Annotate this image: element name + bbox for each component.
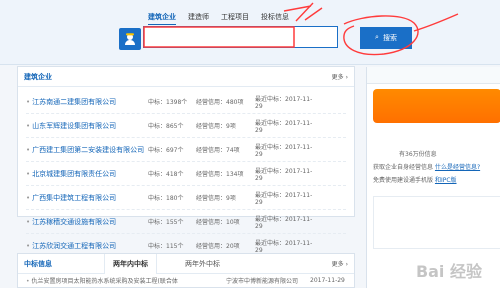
latest-bid-date: 最近中标：2017-11-29: [255, 239, 313, 254]
company-name[interactable]: • 广西集中建筑工程有限公司: [26, 193, 148, 203]
business-info-prefix: 获取企业自身经营信息: [373, 164, 434, 171]
bid-panel-title: 中标信息: [24, 259, 52, 268]
bid-date: 2017-11-29: [310, 276, 345, 284]
search-button-label: 搜索: [382, 35, 397, 42]
tab-within-two-years[interactable]: 两年内中标: [104, 253, 157, 274]
company-name[interactable]: • 山东军辉建设集团有限公司: [26, 121, 148, 131]
search-tabs: 建筑企业 建造师 工程项目 投标信息: [148, 12, 289, 25]
company-row[interactable]: • 北京城建集团有限责任公司 中标：418个 经营信用：134项 最近中标：201…: [26, 162, 346, 186]
search-input[interactable]: [143, 26, 338, 48]
company-list: • 江苏南通二建集团有限公司 中标：1398个 经营信用：480项 最近中标：20…: [18, 87, 354, 258]
info-count-text: 有36万份信息: [399, 151, 437, 158]
latest-bid-date: 最近中标：2017-11-29: [255, 215, 313, 230]
bid-row[interactable]: • 仇兰安置房项目太阳能热水系统采购及安装工程(联合体 宁波市中博新能源有限公司 …: [18, 274, 354, 286]
bid-count: 中标：180个: [148, 195, 184, 202]
bid-count: 中标：1398个: [148, 99, 188, 106]
latest-bid-date: 最近中标：2017-11-29: [255, 191, 313, 206]
orange-promo-banner[interactable]: [373, 89, 500, 123]
bid-count: 中标：115个: [148, 243, 184, 250]
business-info-link[interactable]: 什么是经营信息?: [435, 164, 480, 171]
license-count: 经营信用：9项: [196, 123, 236, 130]
bid-panel-more-link[interactable]: 更多 ›: [332, 259, 348, 268]
bid-panel: 中标信息 两年内中标 两年外中标 更多 › • 仇兰安置房项目太阳能热水系统采购及…: [17, 253, 355, 288]
tab-builders[interactable]: 建造师: [188, 12, 209, 22]
license-count: 经营信用：10项: [196, 219, 240, 226]
search-button[interactable]: ⌕ 搜索: [360, 27, 412, 49]
sidebar-ad-box: [373, 196, 500, 249]
right-sidebar-top-strip: [367, 67, 500, 84]
worker-avatar-icon: [119, 28, 141, 50]
tab-bids[interactable]: 投标信息: [261, 12, 289, 22]
bid-count: 中标：697个: [148, 147, 184, 154]
business-info-line: 获取企业自身经营信息 什么是经营信息?: [373, 162, 480, 171]
latest-bid-date: 最近中标：2017-11-29: [255, 167, 313, 182]
bid-project-name[interactable]: • 仇兰安置房项目太阳能热水系统采购及安装工程(联合体: [26, 276, 226, 285]
tab-over-two-years[interactable]: 两年外中标: [185, 254, 220, 274]
latest-bid-date: 最近中标：2017-11-29: [255, 119, 313, 134]
license-count: 经营信用：74项: [196, 147, 240, 154]
bid-count: 中标：865个: [148, 123, 184, 130]
right-sidebar: 有36万份信息 获取企业自身经营信息 什么是经营信息? 免费使用建设通手机版 和…: [366, 67, 500, 288]
bid-count: 中标：155个: [148, 219, 184, 226]
company-row[interactable]: • 江苏稼穑交通设施有限公司 中标：155个 经营信用：10项 最近中标：2017…: [26, 210, 346, 234]
company-panel-more-link[interactable]: 更多 ›: [332, 72, 348, 81]
company-name[interactable]: • 北京城建集团有限责任公司: [26, 169, 148, 179]
baidu-jingyan-watermark: Bai 经验: [415, 262, 482, 281]
bid-panel-header: 中标信息 两年内中标 两年外中标 更多 ›: [18, 253, 354, 274]
company-panel-header: 建筑企业 更多 ›: [18, 67, 354, 87]
latest-bid-date: 最近中标：2017-11-29: [255, 143, 313, 158]
company-panel-title: 建筑企业: [24, 72, 52, 81]
license-count: 经营信用：9项: [196, 195, 236, 202]
mobile-version-prefix: 免费使用建设通手机版: [373, 177, 434, 184]
company-row[interactable]: • 山东军辉建设集团有限公司 中标：865个 经营信用：9项 最近中标：2017-…: [26, 114, 346, 138]
tab-construction-companies[interactable]: 建筑企业: [148, 12, 176, 25]
company-row[interactable]: • 广西集中建筑工程有限公司 中标：180个 经营信用：9项 最近中标：2017-…: [26, 186, 346, 210]
company-row[interactable]: • 广西建工集团第二安装建设有限公司 中标：697个 经营信用：74项 最近中标：…: [26, 138, 346, 162]
license-count: 经营信用：134项: [196, 171, 244, 178]
bid-count: 中标：418个: [148, 171, 184, 178]
license-count: 经营信用：20项: [196, 243, 240, 250]
ipc-version-link[interactable]: 和IPC版: [435, 177, 457, 184]
company-panel: 建筑企业 更多 › • 江苏南通二建集团有限公司 中标：1398个 经营信用：48…: [17, 66, 355, 258]
company-name[interactable]: • 江苏南通二建集团有限公司: [26, 97, 148, 107]
bid-company-name: 宁波市中博新能源有限公司: [226, 277, 299, 285]
license-count: 经营信用：480项: [196, 99, 244, 106]
mobile-version-line: 免费使用建设通手机版 和IPC版: [373, 175, 457, 184]
company-name[interactable]: • 江苏稼穑交通设施有限公司: [26, 217, 148, 227]
latest-bid-date: 最近中标：2017-11-29: [255, 95, 313, 110]
search-icon: ⌕: [375, 34, 379, 41]
company-name[interactable]: • 江苏欣润交通工程有限公司: [26, 241, 148, 251]
tab-projects[interactable]: 工程项目: [221, 12, 249, 22]
search-header: 建筑企业 建造师 工程项目 投标信息 ⌕ 搜索: [0, 0, 500, 65]
company-name[interactable]: • 广西建工集团第二安装建设有限公司: [26, 145, 148, 155]
company-row[interactable]: • 江苏南通二建集团有限公司 中标：1398个 经营信用：480项 最近中标：20…: [26, 90, 346, 114]
